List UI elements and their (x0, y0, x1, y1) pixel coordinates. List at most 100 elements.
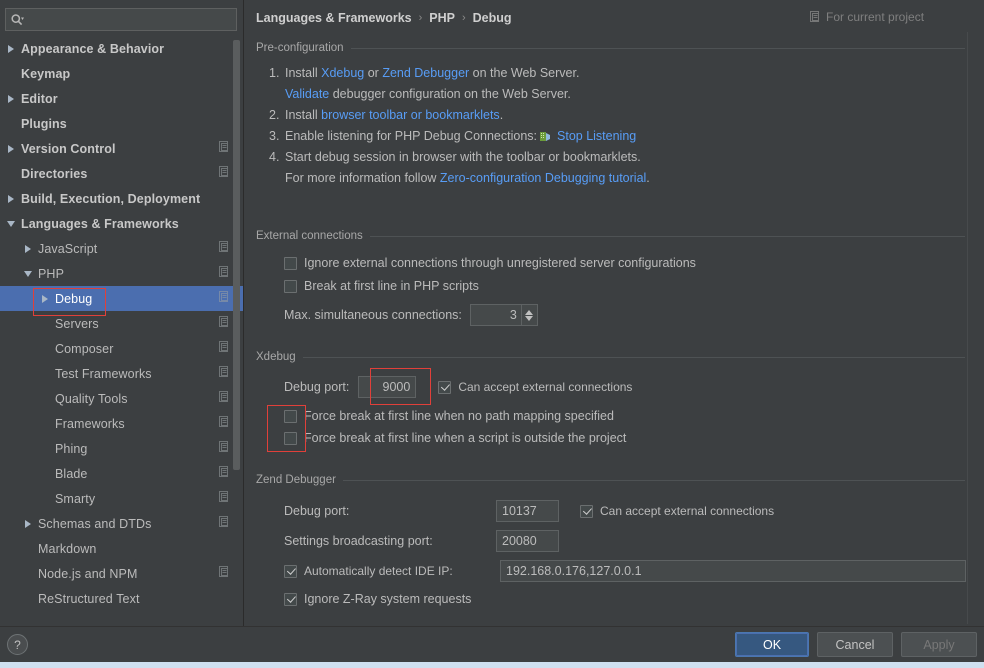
ignore-zray-checkbox[interactable] (284, 592, 297, 606)
sidebar-item-markdown[interactable]: Markdown (0, 536, 243, 561)
zend-can-accept-checkbox[interactable] (580, 504, 593, 518)
module-icon (219, 416, 230, 431)
sidebar-item-frameworks[interactable]: Frameworks (0, 411, 243, 436)
module-icon (219, 291, 230, 306)
xdebug-can-accept-checkbox[interactable] (438, 380, 452, 394)
sidebar-item-version-control[interactable]: Version Control (0, 136, 243, 161)
apply-button[interactable]: Apply (901, 632, 977, 657)
ignore-unregistered-checkbox[interactable] (284, 256, 297, 270)
zend-can-accept-label: Can accept external connections (600, 504, 775, 518)
chevron-right-icon[interactable] (6, 143, 17, 154)
chevron-down-icon[interactable] (6, 218, 17, 229)
section-zend-debugger: Zend Debugger Debug port: Can accept ext… (245, 473, 984, 609)
step-1-mid: or (364, 66, 383, 80)
sidebar-item-label: PHP (38, 266, 65, 281)
sidebar-item-directories[interactable]: Directories (0, 161, 243, 186)
auto-detect-ip-checkbox[interactable] (284, 564, 297, 578)
stepper-up-icon[interactable] (525, 309, 534, 315)
sidebar-item-appearance-behavior[interactable]: Appearance & Behavior (0, 36, 243, 61)
force-outside-project-label: Force break at first line when a script … (304, 431, 627, 445)
chevron-down-icon[interactable] (23, 268, 34, 279)
sidebar-item-php[interactable]: PHP (0, 261, 243, 286)
sidebar-scrollbar-thumb[interactable] (233, 40, 240, 470)
sidebar-item-node-js-and-npm[interactable]: Node.js and NPM (0, 561, 243, 586)
chevron-right-icon[interactable] (6, 43, 17, 54)
sidebar-item-servers[interactable]: Servers (0, 311, 243, 336)
stepper-arrows[interactable] (520, 305, 537, 325)
step-2-post: . (499, 108, 504, 122)
settings-tree[interactable]: Appearance & Behavior Keymap Editor Plugins… (0, 36, 243, 624)
module-icon (219, 441, 230, 456)
zend-debugger-link[interactable]: Zend Debugger (382, 66, 469, 80)
sidebar-item-languages-frameworks[interactable]: Languages & Frameworks (0, 211, 243, 236)
scope-indicator: For current project (810, 10, 924, 24)
sidebar-item-schemas-and-dtds[interactable]: Schemas and DTDs (0, 511, 243, 536)
cancel-button[interactable]: Cancel (817, 632, 893, 657)
zend-port-input[interactable] (496, 500, 559, 522)
content-scrollbar-track[interactable] (967, 32, 978, 624)
ok-button[interactable]: OK (735, 632, 809, 657)
sidebar-item-restructured-text[interactable]: ReStructured Text (0, 586, 243, 611)
preconfiguration-header: Pre-configuration (245, 41, 984, 55)
breadcrumb-item-0[interactable]: Languages & Frameworks (256, 11, 412, 25)
sidebar-item-build-execution-deployment[interactable]: Build, Execution, Deployment (0, 186, 243, 211)
step-4-number: 4. (269, 150, 280, 164)
stepper-down-icon[interactable] (525, 315, 534, 321)
zend-broadcast-input[interactable] (496, 530, 559, 552)
sidebar-item-test-frameworks[interactable]: Test Frameworks (0, 361, 243, 386)
sidebar-item-quality-tools[interactable]: Quality Tools (0, 386, 243, 411)
ignore-unregistered-row[interactable]: Ignore external connections through unre… (284, 253, 984, 273)
xdebug-link[interactable]: Xdebug (321, 66, 364, 80)
validate-link[interactable]: Validate (285, 87, 329, 101)
chevron-right-icon[interactable] (6, 93, 17, 104)
break-first-line-row[interactable]: Break at first line in PHP scripts (284, 276, 984, 296)
section-preconfiguration: Pre-configuration 1. Install Xdebug or Z… (245, 41, 984, 192)
search-box[interactable] (5, 8, 237, 31)
module-icon (219, 516, 230, 531)
help-button[interactable]: ? (7, 634, 28, 655)
force-no-mapping-row[interactable]: Force break at first line when no path m… (284, 406, 984, 426)
chevron-right-icon[interactable] (23, 243, 34, 254)
force-outside-project-row[interactable]: Force break at first line when a script … (284, 428, 984, 448)
chevron-right-icon[interactable] (40, 293, 51, 304)
ignore-unregistered-label: Ignore external connections through unre… (304, 256, 696, 270)
chevron-right-icon[interactable] (23, 518, 34, 529)
max-connections-input[interactable] (470, 305, 521, 325)
step-4b-post: . (646, 171, 650, 185)
breadcrumb-item-1[interactable]: PHP (429, 11, 455, 25)
sidebar-item-smarty[interactable]: Smarty (0, 486, 243, 511)
browser-toolbar-link[interactable]: browser toolbar or bookmarklets (321, 108, 500, 122)
sidebar-item-phing[interactable]: Phing (0, 436, 243, 461)
chevron-right-icon[interactable] (6, 193, 17, 204)
search-input[interactable] (24, 10, 236, 29)
sidebar-item-label: Schemas and DTDs (38, 516, 152, 531)
sidebar-item-javascript[interactable]: JavaScript (0, 236, 243, 261)
sidebar-item-debug[interactable]: Debug (0, 286, 243, 311)
sidebar-item-label: Build, Execution, Deployment (21, 191, 201, 206)
breadcrumb-separator-0: › (418, 12, 423, 24)
ide-ip-input[interactable] (500, 560, 966, 582)
sidebar-item-blade[interactable]: Blade (0, 461, 243, 486)
auto-detect-ip-label: Automatically detect IDE IP: (304, 564, 453, 578)
sidebar-item-composer[interactable]: Composer (0, 336, 243, 361)
sidebar-item-label: Blade (55, 466, 88, 481)
zero-config-tutorial-link[interactable]: Zero-configuration Debugging tutorial (440, 171, 646, 185)
module-icon (219, 141, 230, 156)
force-no-mapping-checkbox[interactable] (284, 409, 297, 423)
sidebar-item-keymap[interactable]: Keymap (0, 61, 243, 86)
max-connections-stepper[interactable] (469, 304, 538, 326)
xdebug-port-label: Debug port: (284, 380, 350, 394)
module-icon (219, 491, 230, 506)
xdebug-port-input[interactable] (358, 376, 417, 398)
sidebar-item-plugins[interactable]: Plugins (0, 111, 243, 136)
stop-listening-link[interactable]: Stop Listening (557, 129, 636, 143)
step-3-pre: Enable listening for PHP Debug Connectio… (285, 129, 538, 143)
divider (302, 356, 965, 358)
preconfig-step-1: 1. Install Xdebug or Zend Debugger on th… (245, 66, 984, 87)
break-first-line-checkbox[interactable] (284, 279, 297, 293)
step-1-number: 1. (269, 66, 280, 80)
force-outside-project-checkbox[interactable] (284, 431, 297, 445)
ignore-zray-row[interactable]: Ignore Z-Ray system requests (284, 589, 984, 609)
sidebar-item-editor[interactable]: Editor (0, 86, 243, 111)
